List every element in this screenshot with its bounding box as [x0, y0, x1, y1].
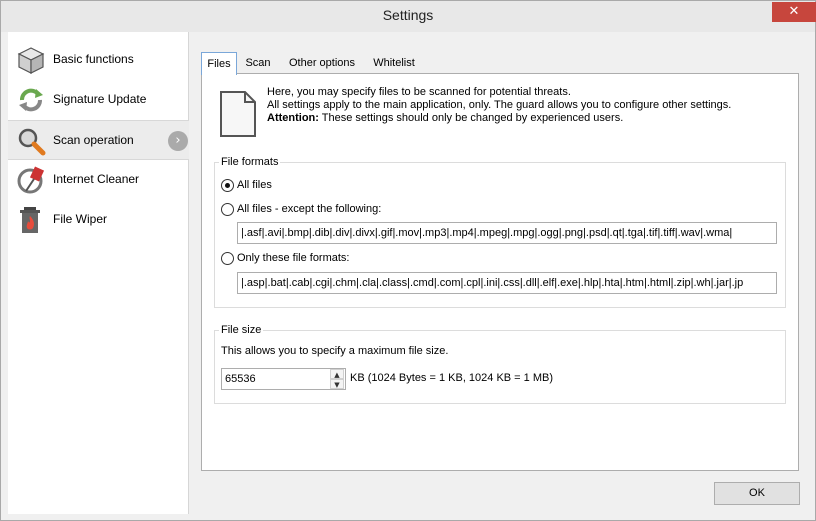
intro-line-1: Here, you may specify files to be scanne… — [267, 86, 571, 98]
file-size-group — [214, 330, 786, 404]
attention-label: Attention: — [267, 112, 319, 124]
radio-all-files-except-label: All files - except the following: — [237, 203, 382, 215]
file-formats-group-label: File formats — [219, 156, 281, 168]
sidebar-item-label: File Wiper — [53, 212, 108, 226]
file-size-group-label: File size — [219, 324, 264, 336]
attention-text: These settings should only be changed by… — [318, 112, 624, 124]
radio-only-these-button[interactable] — [221, 252, 234, 265]
sidebar-item-internet-cleaner[interactable]: Internet Cleaner — [8, 160, 189, 200]
sidebar-item-label: Internet Cleaner — [53, 172, 140, 186]
update-icon — [19, 88, 43, 112]
chevron-right-icon: › — [168, 131, 188, 151]
sidebar-item-signature-update[interactable]: Signature Update — [8, 80, 189, 120]
settings-window: Settings ✕ Basic functions Signature Upd… — [0, 0, 816, 521]
radio-all-files-except[interactable]: All files - except the following: — [221, 202, 471, 218]
sidebar-item-label: Signature Update — [53, 92, 147, 106]
window-title: Settings — [382, 7, 434, 23]
file-size-value[interactable]: 65536 — [225, 373, 256, 385]
sidebar-item-file-wiper[interactable]: File Wiper — [8, 200, 189, 240]
tab-scan[interactable]: Scan — [241, 52, 275, 74]
intro-text: Here, you may specify files to be scanne… — [267, 86, 787, 125]
except-formats-input[interactable]: |.asf|.avi|.bmp|.dib|.div|.divx|.gif|.mo… — [237, 222, 777, 244]
spin-down-icon[interactable]: ▼ — [330, 379, 344, 389]
only-formats-input[interactable]: |.asp|.bat|.cab|.cgi|.chm|.cla|.class|.c… — [237, 272, 777, 294]
radio-all-files-except-button[interactable] — [221, 203, 234, 216]
title-bar: Settings ✕ — [1, 1, 816, 32]
magnifier-icon — [18, 128, 46, 156]
broom-icon — [17, 166, 45, 194]
ok-button[interactable]: OK — [714, 482, 800, 505]
radio-all-files-button[interactable] — [221, 179, 234, 192]
tab-files[interactable]: Files — [201, 52, 237, 75]
trash-fire-icon — [20, 207, 40, 233]
sidebar: Basic functions Signature Update Scan op… — [8, 32, 189, 514]
tab-whitelist[interactable]: Whitelist — [367, 52, 421, 74]
radio-all-files[interactable]: All files — [221, 178, 421, 194]
sidebar-item-label: Basic functions — [53, 52, 134, 66]
document-icon — [220, 91, 256, 137]
radio-all-files-label: All files — [237, 179, 272, 191]
close-button[interactable]: ✕ — [772, 2, 816, 22]
sidebar-item-basic-functions[interactable]: Basic functions — [8, 40, 189, 80]
radio-only-these[interactable]: Only these file formats: — [221, 251, 471, 267]
tab-other-options[interactable]: Other options — [283, 52, 361, 74]
spin-up-icon[interactable]: ▲ — [330, 369, 344, 379]
radio-only-these-label: Only these file formats: — [237, 252, 350, 264]
file-size-stepper[interactable]: 65536 ▲ ▼ — [221, 368, 346, 390]
files-tab-panel: Here, you may specify files to be scanne… — [201, 73, 799, 471]
box-icon — [17, 47, 45, 74]
sidebar-item-scan-operation[interactable]: Scan operation › — [8, 120, 189, 160]
intro-attention: Attention: These settings should only be… — [267, 112, 787, 125]
sidebar-item-label: Scan operation — [53, 133, 134, 147]
file-size-unit-note: KB (1024 Bytes = 1 KB, 1024 KB = 1 MB) — [350, 372, 554, 384]
file-size-description: This allows you to specify a maximum fil… — [221, 345, 449, 357]
intro-line-2: All settings apply to the main applicati… — [267, 99, 732, 111]
